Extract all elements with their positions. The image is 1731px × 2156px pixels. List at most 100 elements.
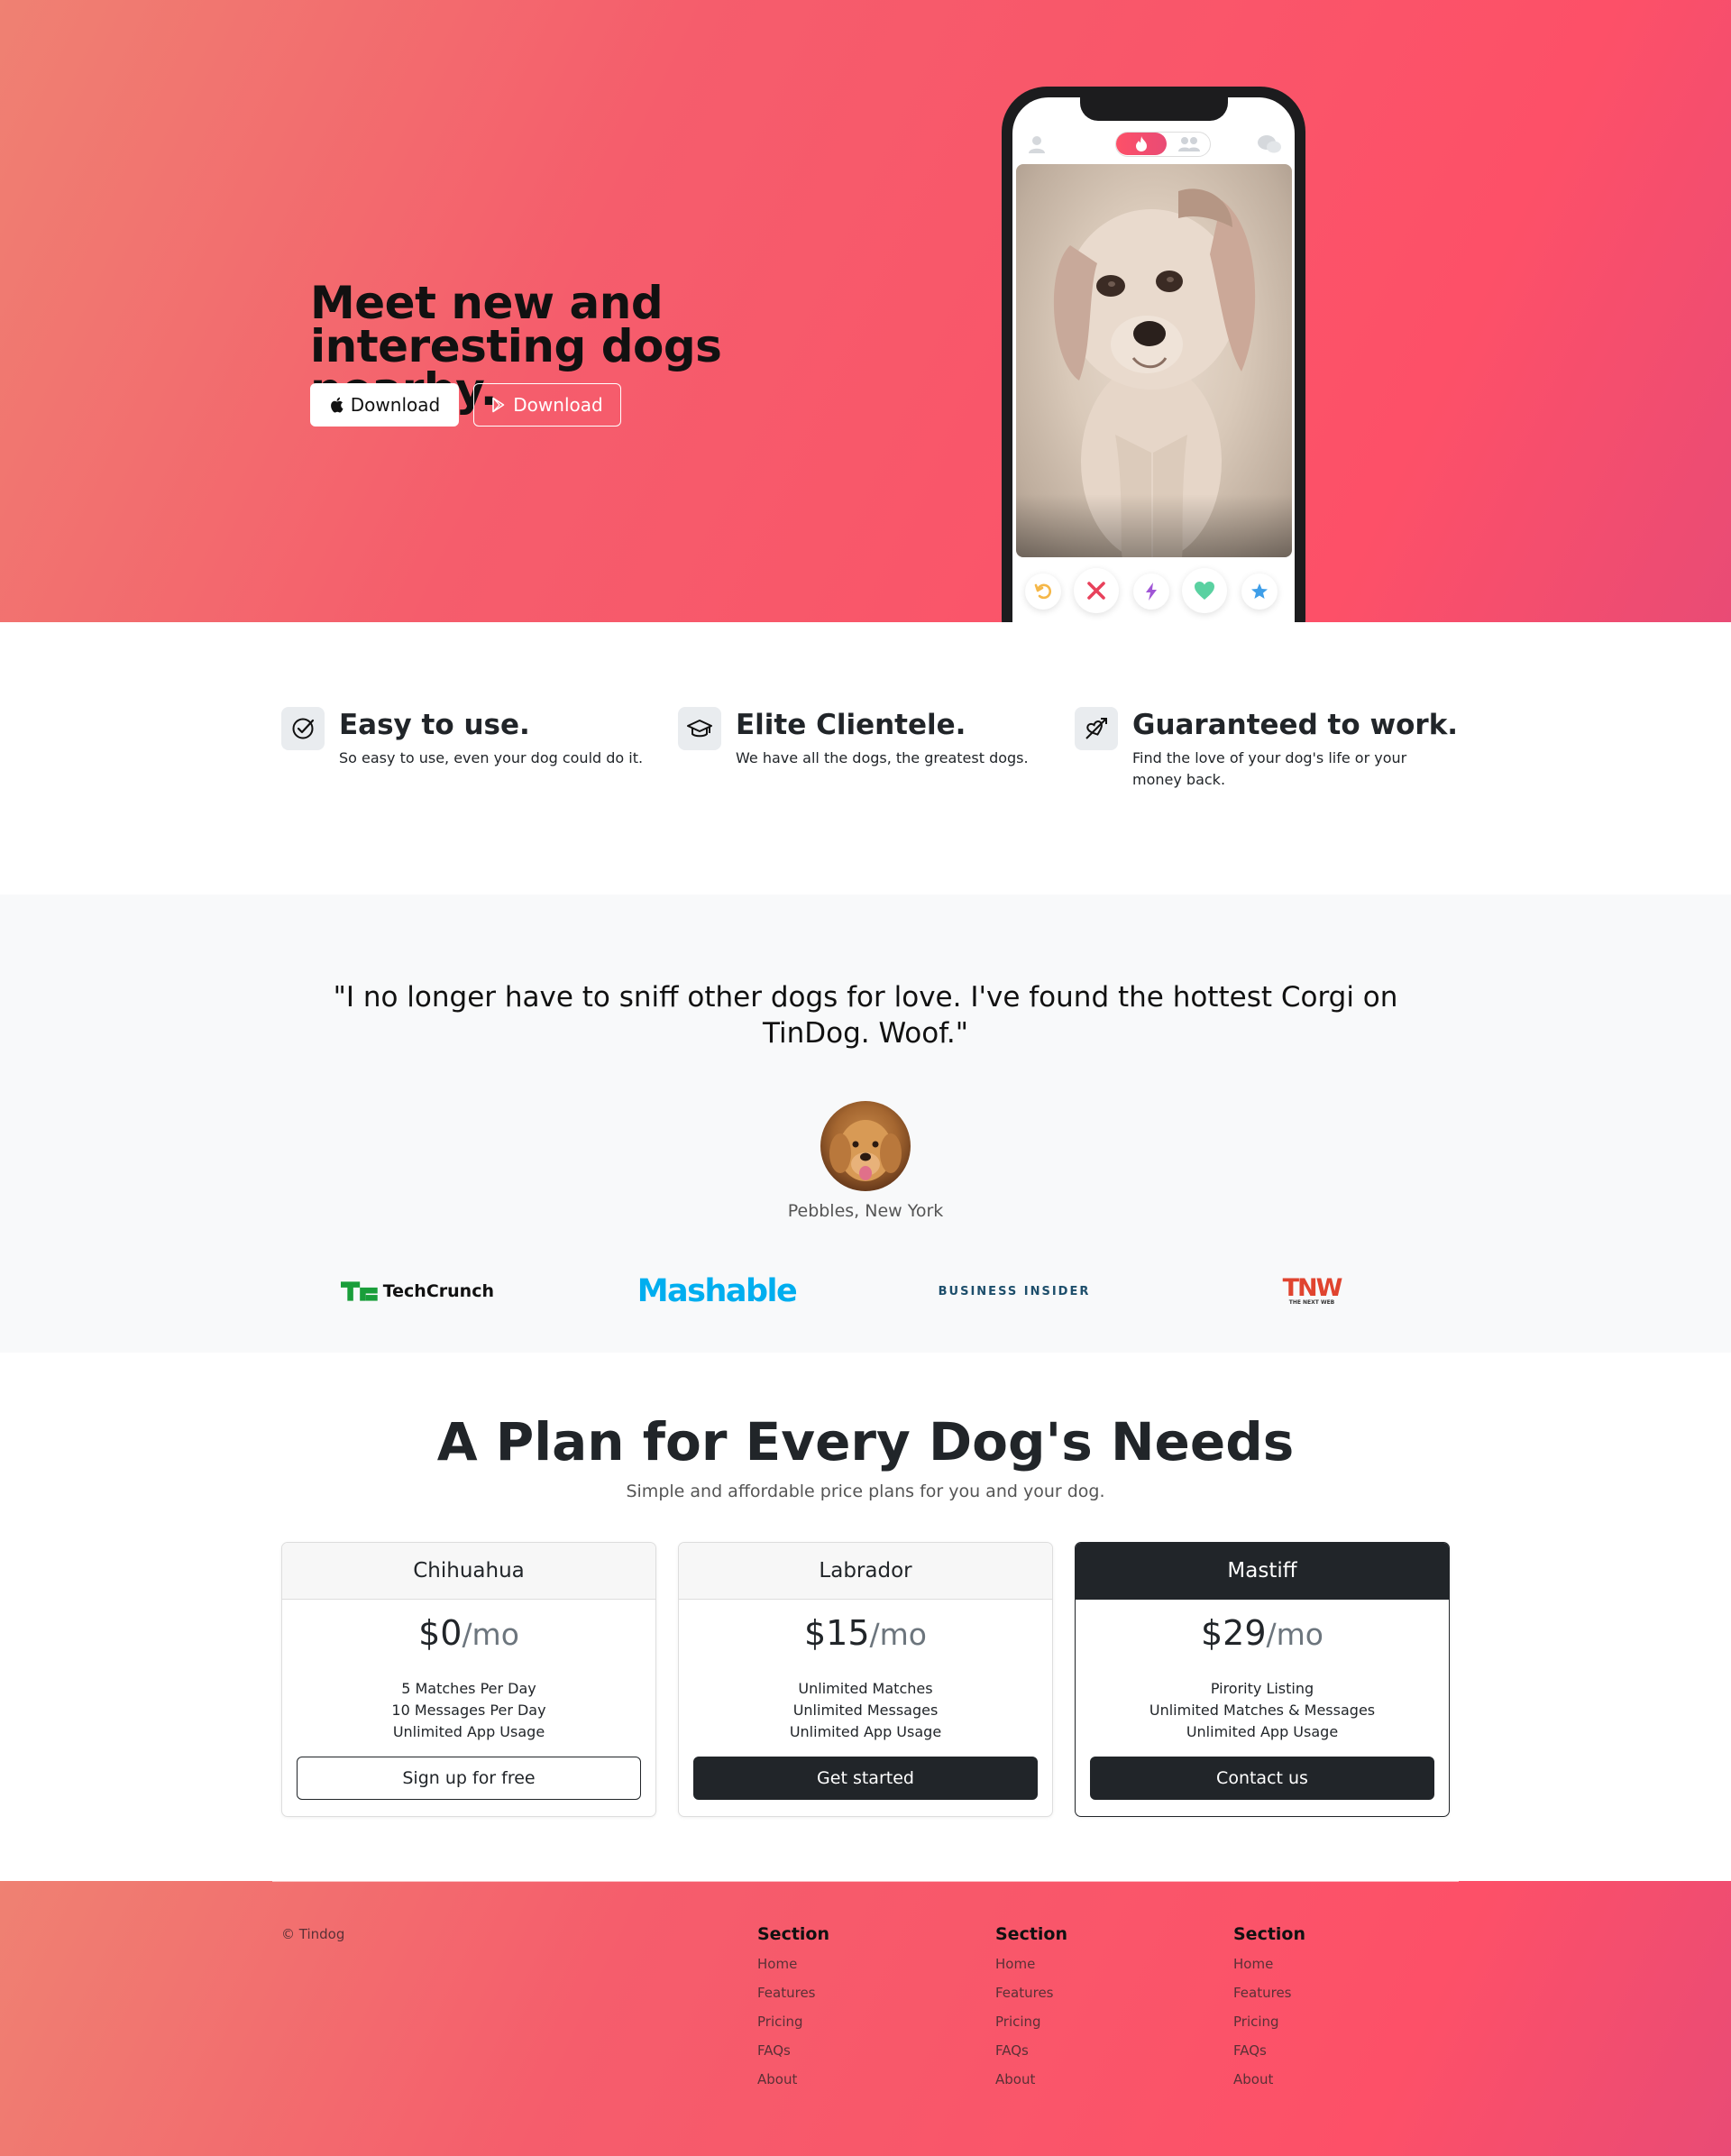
footer-column-title: Section [757, 1924, 830, 1944]
toggle-active [1116, 133, 1167, 155]
plan-price-period: /mo [1266, 1617, 1323, 1652]
plan-price-period: /mo [462, 1617, 519, 1652]
plan-price-amount: $0 [418, 1613, 463, 1653]
google-play-download-label: Download [513, 394, 603, 416]
plan-name: Mastiff [1076, 1543, 1449, 1600]
plan-feature: Unlimited App Usage [789, 1723, 942, 1740]
google-play-download-button[interactable]: Download [473, 383, 621, 427]
techcrunch-mark [341, 1281, 378, 1301]
user-icon [1029, 136, 1045, 153]
phone-mockup [1002, 87, 1305, 622]
plan-name: Chihuahua [282, 1543, 655, 1600]
plan-feature: Unlimited App Usage [392, 1723, 545, 1740]
footer-link-pricing[interactable]: Pricing [1233, 2007, 1450, 2036]
footer-link-faqs[interactable]: FAQs [995, 2036, 1212, 2065]
photo-shade [1016, 494, 1292, 557]
mode-toggle [1115, 132, 1211, 157]
footer-column-title: Section [995, 1924, 1068, 1944]
footer-link-about[interactable]: About [757, 2065, 974, 2094]
copyright: © Tindog [281, 1926, 345, 1942]
feature-icon-box [1075, 707, 1118, 750]
chat-icon [1258, 135, 1281, 153]
footer-column: Section Home Features Pricing FAQs About [1233, 1924, 1450, 2094]
plan-price-period: /mo [869, 1617, 927, 1652]
plan-feature: 5 Matches Per Day [401, 1680, 536, 1697]
plan-card-chihuahua: Chihuahua $0/mo 5 Matches Per Day 10 Mes… [281, 1542, 656, 1817]
plan-feature: Unlimited Matches [798, 1680, 933, 1697]
feature-title: Easy to use. [339, 709, 530, 741]
plan-price: $29/mo [1076, 1613, 1449, 1653]
apple-download-button[interactable]: Download [310, 383, 459, 427]
footer-link-features[interactable]: Features [995, 1978, 1212, 2007]
techcrunch-wordmark: TechCrunch [382, 1281, 494, 1301]
plan-price: $15/mo [679, 1613, 1052, 1653]
plan-features: Pirority Listing Unlimited Matches & Mes… [1076, 1678, 1449, 1743]
phone-screen [1012, 97, 1295, 622]
plan-feature: Unlimited Matches & Messages [1149, 1702, 1376, 1719]
contact-us-button[interactable]: Contact us [1090, 1757, 1434, 1800]
plan-feature: 10 Messages Per Day [391, 1702, 546, 1719]
feature-text: We have all the dogs, the greatest dogs. [736, 749, 1029, 766]
footer-divider [272, 1881, 1459, 1882]
dog-profile-photo[interactable] [1016, 164, 1292, 557]
phone-notch [1080, 97, 1228, 121]
friends-icon [1178, 137, 1200, 151]
google-play-icon [492, 397, 505, 413]
techcrunch-logo: TechCrunch [341, 1273, 494, 1309]
plan-card-mastiff: Mastiff $29/mo Pirority Listing Unlimite… [1075, 1542, 1450, 1817]
plan-price: $0/mo [282, 1613, 655, 1653]
footer-link-pricing[interactable]: Pricing [757, 2007, 974, 2036]
plan-price-amount: $15 [804, 1613, 870, 1653]
plan-features: Unlimited Matches Unlimited Messages Unl… [679, 1678, 1052, 1743]
mashable-wordmark: Mashable [637, 1273, 798, 1309]
footer-link-faqs[interactable]: FAQs [1233, 2036, 1450, 2065]
flame-icon [1136, 136, 1147, 151]
footer-link-pricing[interactable]: Pricing [995, 2007, 1212, 2036]
like-button[interactable] [1182, 568, 1227, 613]
boost-button[interactable] [1133, 573, 1169, 610]
apple-icon [330, 397, 343, 413]
footer-link-about[interactable]: About [995, 2065, 1212, 2094]
super-like-button[interactable] [1241, 573, 1278, 610]
plan-price-amount: $29 [1201, 1613, 1267, 1653]
rewind-button[interactable] [1025, 573, 1061, 610]
heart-arrow-icon [1085, 718, 1107, 739]
plan-feature: Pirority Listing [1210, 1680, 1314, 1697]
swipe-actions [1012, 566, 1295, 617]
testimonial-avatar [820, 1101, 911, 1191]
plan-card-labrador: Labrador $15/mo Unlimited Matches Unlimi… [678, 1542, 1053, 1817]
rewind-icon [1034, 583, 1051, 600]
footer-column: Section Home Features Pricing FAQs About [995, 1924, 1212, 2094]
plan-name: Labrador [679, 1543, 1052, 1600]
pricing-subtitle: Simple and affordable price plans for yo… [626, 1482, 1105, 1501]
super-like-icon [1251, 583, 1268, 599]
sign-up-free-button[interactable]: Sign up for free [297, 1757, 641, 1800]
features-section: Easy to use. So easy to use, even your d… [0, 622, 1731, 895]
footer-link-features[interactable]: Features [1233, 1978, 1450, 2007]
testimonial-quote: "I no longer have to sniff other dogs fo… [333, 981, 1398, 1050]
business-insider-wordmark: BUSINESS INSIDER [938, 1284, 1091, 1298]
golden-retriever-illustration [829, 1120, 902, 1181]
tnw-wordmark: TNW [1282, 1273, 1343, 1302]
apple-download-label: Download [350, 394, 441, 416]
get-started-button[interactable]: Get started [693, 1757, 1038, 1800]
footer-link-home[interactable]: Home [1233, 1950, 1450, 1978]
footer-link-faqs[interactable]: FAQs [757, 2036, 974, 2065]
footer-link-features[interactable]: Features [757, 1978, 974, 2007]
tnw-logo: TNW THE NEXT WEB [1271, 1273, 1352, 1309]
tnw-tagline: THE NEXT WEB [1288, 1298, 1335, 1306]
footer: © Tindog Section Home Features Pricing F… [0, 1881, 1731, 2156]
footer-link-home[interactable]: Home [995, 1950, 1212, 1978]
plan-features: 5 Matches Per Day 10 Messages Per Day Un… [282, 1678, 655, 1743]
boost-icon [1146, 583, 1157, 601]
footer-link-about[interactable]: About [1233, 2065, 1450, 2094]
footer-link-home[interactable]: Home [757, 1950, 974, 1978]
business-insider-logo: BUSINESS INSIDER [929, 1273, 1100, 1309]
feature-icon-box [678, 707, 721, 750]
feature-title: Elite Clientele. [736, 709, 966, 741]
graduation-cap-icon [687, 720, 712, 738]
app-topbar [1012, 130, 1295, 157]
pricing-title: A Plan for Every Dog's Needs [436, 1411, 1295, 1473]
nope-button[interactable] [1074, 568, 1119, 613]
check-circle-icon [292, 718, 315, 739]
